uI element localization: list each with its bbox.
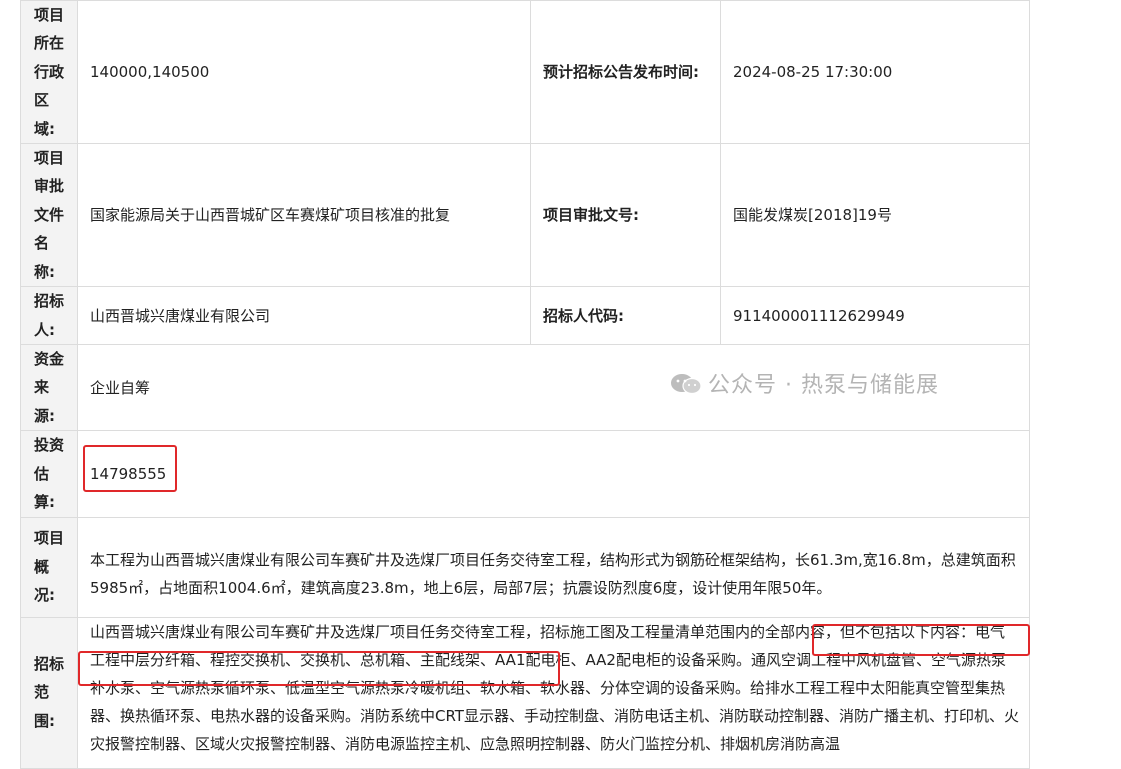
tenderer-code-value: 911400001112629949 [720, 286, 1030, 346]
approval-number-label: 项目审批文号: [530, 143, 721, 288]
tenderer-code-label: 招标人代码: [530, 286, 721, 346]
investment-value: 14798555 [77, 430, 1030, 518]
overview-label: 项目概况: [34, 529, 65, 605]
investment-label: 投资估算: [34, 436, 65, 512]
wechat-icon [670, 373, 702, 395]
scope-value: 山西晋城兴唐煤业有限公司车赛矿井及选煤厂项目任务交待室工程，招标施工图及工程量清… [77, 616, 1030, 769]
funds-label: 资金来源: [34, 350, 65, 425]
row-tenderer: 招标人: 山西晋城兴唐煤业有限公司 招标人代码: 911400001112629… [20, 286, 1030, 346]
approval-value: 国家能源局关于山西晋城矿区车赛煤矿项目核准的批复 [77, 143, 531, 288]
row-approval: 项目审批文件名称: 国家能源局关于山西晋城矿区车赛煤矿项目核准的批复 项目审批文… [20, 143, 1030, 288]
row-overview: 项目概况: 本工程为山西晋城兴唐煤业有限公司车赛矿井及选煤厂项目任务交待室工程，… [20, 516, 1030, 618]
row-scope: 招标范围: 山西晋城兴唐煤业有限公司车赛矿井及选煤厂项目任务交待室工程，招标施工… [20, 616, 1030, 769]
scope-label: 招标范围: [34, 654, 65, 730]
approval-label-cell: 项目审批文件名称: [20, 143, 78, 288]
overview-value: 本工程为山西晋城兴唐煤业有限公司车赛矿井及选煤厂项目任务交待室工程，结构形式为钢… [77, 516, 1030, 618]
tenderer-value: 山西晋城兴唐煤业有限公司 [77, 286, 531, 346]
tenderer-label: 招标人: [34, 292, 65, 339]
row-region: 项目所在行政区域: 140000,140500 预计招标公告发布时间: 2024… [20, 0, 1030, 145]
approval-number-value: 国能发煤炭[2018]19号 [720, 143, 1030, 288]
publish-time-label: 预计招标公告发布时间: [530, 0, 721, 145]
watermark: 公众号 · 热泵与储能展 [670, 367, 939, 399]
publish-time-value: 2024-08-25 17:30:00 [720, 0, 1030, 145]
watermark-text: 公众号 · 热泵与储能展 [708, 373, 939, 398]
region-label: 项目所在行政区域: [34, 6, 65, 138]
tenderer-label-cell: 招标人: [20, 286, 78, 346]
overview-label-cell: 项目概况: [20, 516, 78, 618]
region-label-cell: 项目所在行政区域: [20, 0, 78, 145]
approval-label: 项目审批文件名称: [34, 149, 65, 281]
investment-label-cell: 投资估算: [20, 430, 78, 518]
row-investment: 投资估算: 14798555 [20, 430, 1030, 518]
funds-label-cell: 资金来源: [20, 344, 78, 432]
region-value: 140000,140500 [77, 0, 531, 145]
scope-label-cell: 招标范围: [20, 616, 78, 769]
